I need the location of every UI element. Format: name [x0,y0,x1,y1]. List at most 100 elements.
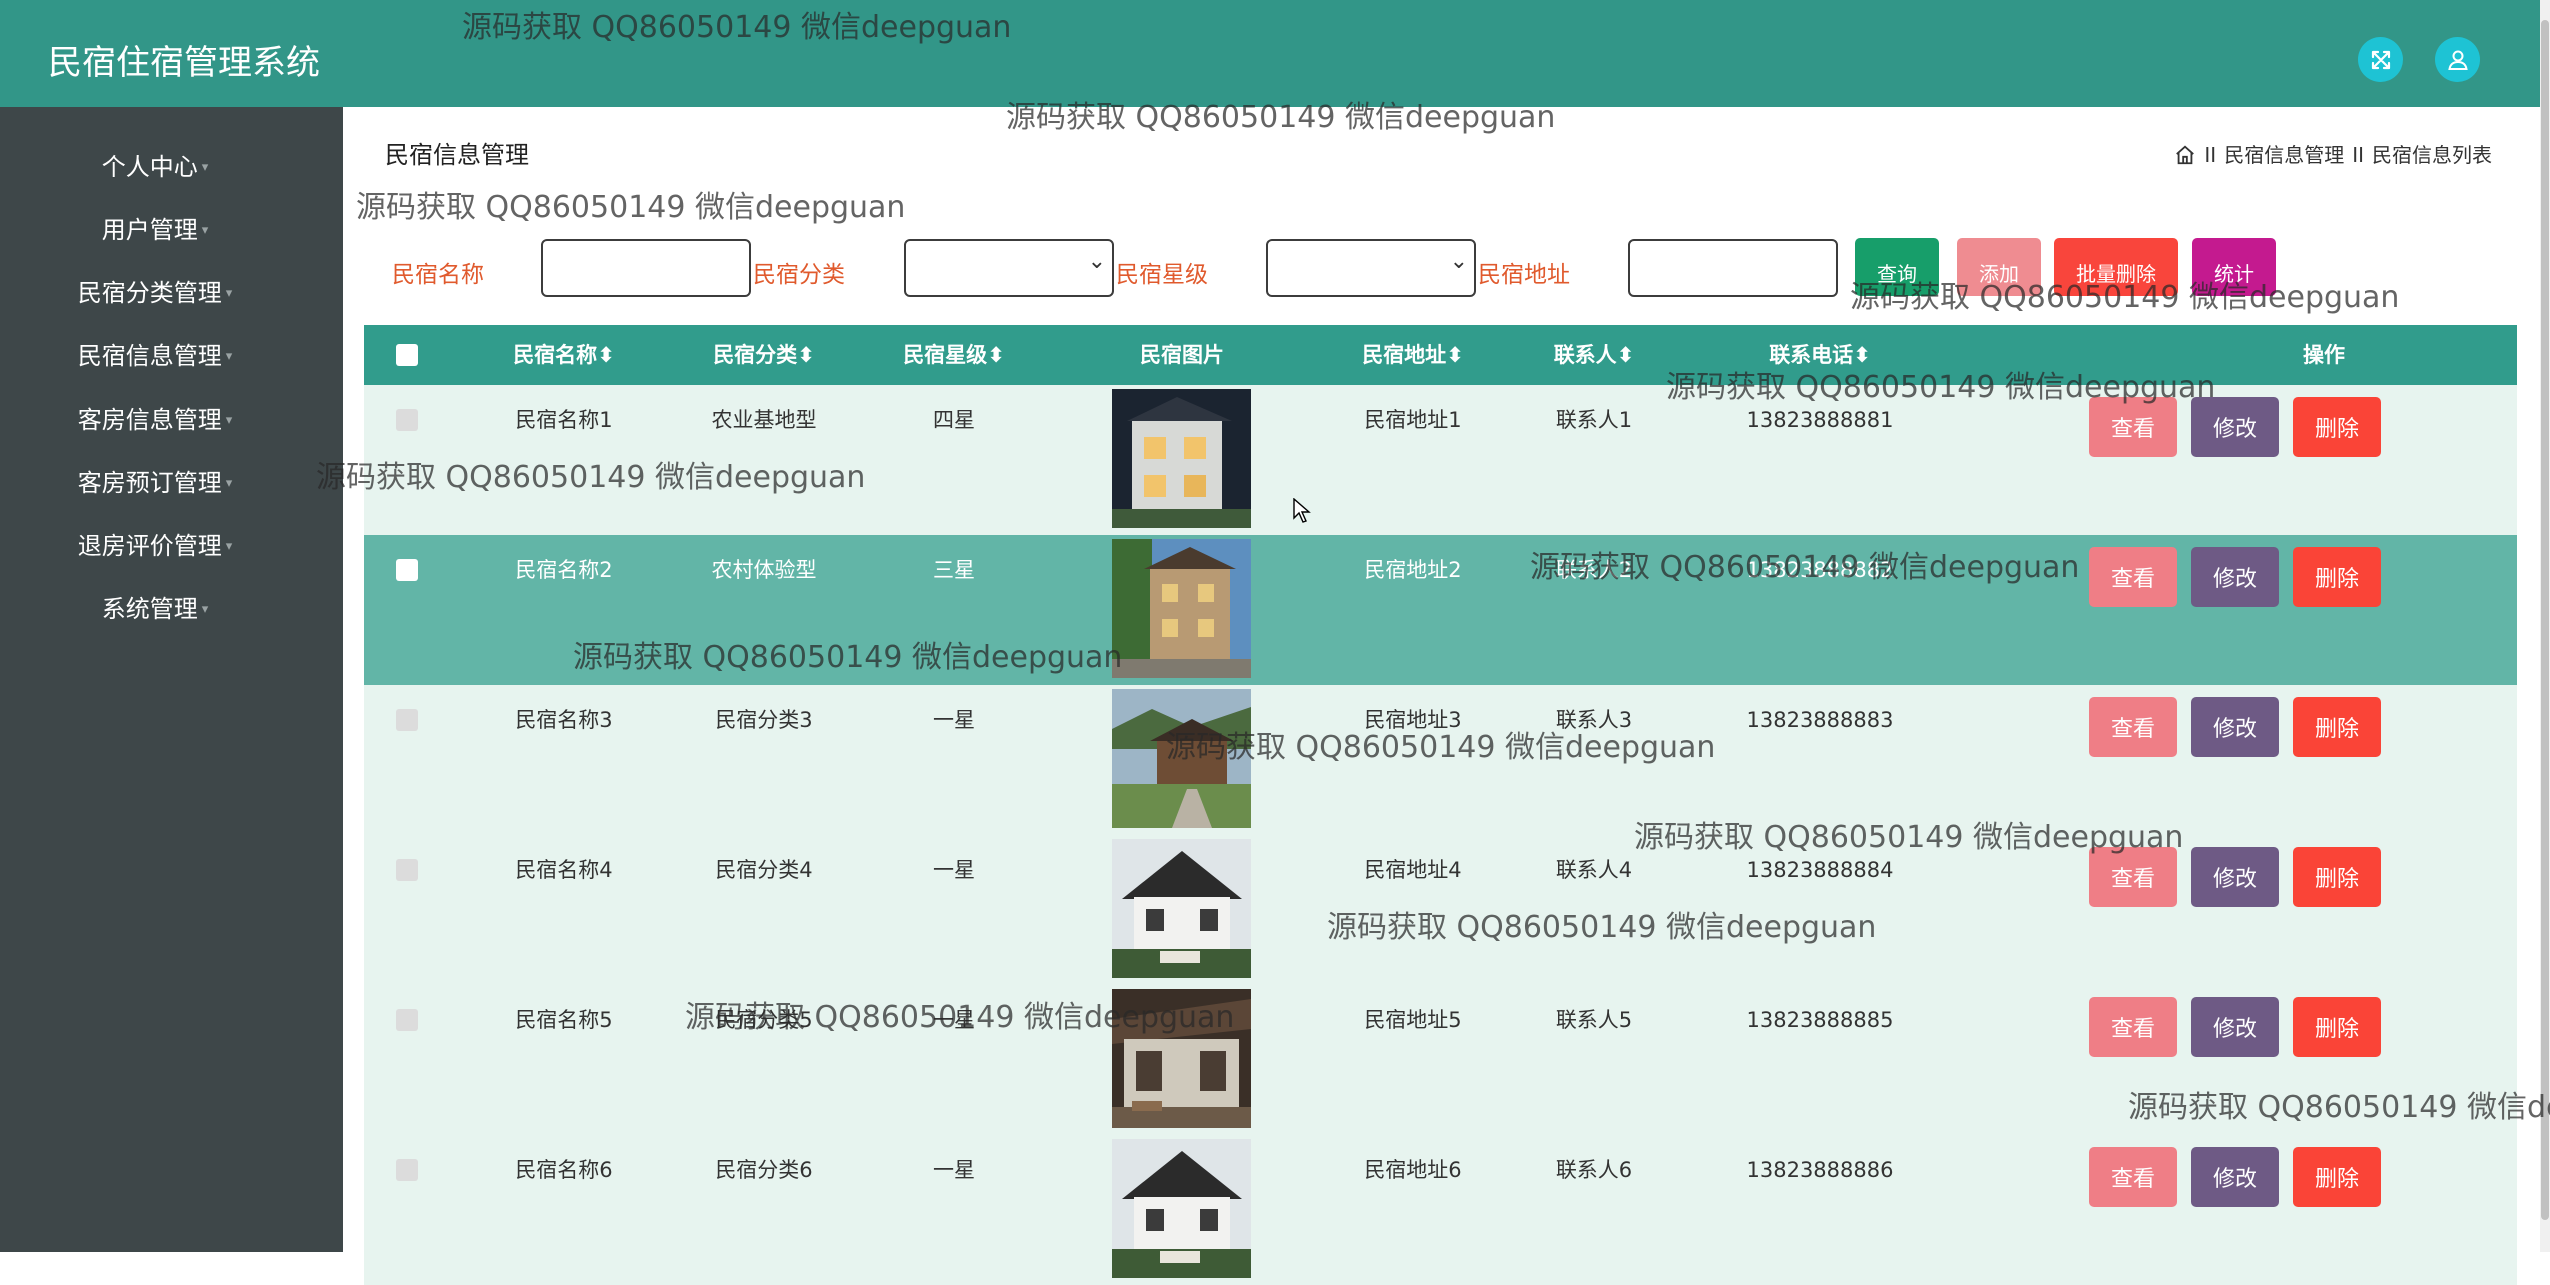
fullscreen-icon [2371,50,2390,69]
edit-button[interactable]: 修改 [2191,847,2279,907]
cell-star: 三星 [933,558,975,582]
cell-address: 民宿地址1 [1364,408,1462,432]
caret-down-icon: ▾ [201,160,209,175]
breadcrumb-item[interactable]: 民宿信息管理 [2224,137,2344,173]
cell-name: 民宿名称1 [515,408,613,432]
search-name-input[interactable] [541,239,751,297]
column-header-address[interactable]: 民宿地址⬍ [1333,325,1493,385]
search-category-select[interactable] [904,239,1114,297]
page-title: 民宿信息管理 [385,141,529,169]
caret-down-icon: ▾ [225,349,233,364]
edit-button[interactable]: 修改 [2191,397,2279,457]
row-checkbox[interactable] [396,1009,418,1031]
view-button[interactable]: 查看 [2089,997,2177,1057]
delete-button[interactable]: 删除 [2293,547,2381,607]
home-icon[interactable] [2174,144,2196,166]
edit-button[interactable]: 修改 [2191,547,2279,607]
sort-icon: ⬍ [987,343,1005,367]
sidebar: 个人中心 ▾ 用户管理 ▾ 民宿分类管理 ▾ 民宿信息管理 ▾ 客房信息管理 ▾ 客房预订… [0,107,343,1252]
sort-icon: ⬍ [797,343,815,367]
caret-down-icon: ▾ [225,539,233,554]
row-checkbox[interactable] [396,709,418,731]
edit-button[interactable]: 修改 [2191,1147,2279,1207]
cell-phone: 13823888883 [1746,708,1894,732]
row-checkbox[interactable] [396,859,418,881]
table-row[interactable]: 民宿名称6 民宿分类6 一星 民宿地址6 联系人6 13823888886 查看… [364,1135,2517,1285]
caret-down-icon: ▾ [225,286,233,301]
sidebar-item-system-management[interactable]: 系统管理 ▾ [0,589,310,630]
homestay-image [1112,989,1251,1128]
add-button[interactable]: 添加 [1957,238,2041,296]
search-star-select[interactable] [1266,239,1476,297]
stats-button[interactable]: 统计 [2192,238,2276,296]
row-checkbox[interactable] [396,1159,418,1181]
sidebar-item-label: 退房评价管理 [77,532,222,560]
cell-contact: 联系人6 [1555,1158,1633,1182]
cell-star: 一星 [933,1008,975,1032]
edit-button[interactable]: 修改 [2191,997,2279,1057]
table-row[interactable]: 民宿名称1 农业基地型 四星 民宿地址1 联系人1 13823888881 查看… [364,385,2517,535]
sort-icon: ⬍ [1853,343,1871,367]
view-button[interactable]: 查看 [2089,547,2177,607]
delete-button[interactable]: 删除 [2293,1147,2381,1207]
cell-contact: 联系人3 [1555,708,1633,732]
column-header-name[interactable]: 民宿名称⬍ [484,325,644,385]
select-all-checkbox[interactable] [396,344,418,366]
view-button[interactable]: 查看 [2089,1147,2177,1207]
column-header-category[interactable]: 民宿分类⬍ [684,325,844,385]
cell-phone: 13823888884 [1746,858,1894,882]
homestay-image [1112,689,1251,828]
edit-button[interactable]: 修改 [2191,697,2279,757]
sidebar-item-label: 个人中心 [101,153,198,181]
cell-category: 民宿分类6 [715,1158,813,1182]
breadcrumb-separator: II [2204,143,2217,167]
table-row[interactable]: 民宿名称4 民宿分类4 一星 民宿地址4 联系人4 13823888884 查看… [364,835,2517,985]
delete-button[interactable]: 删除 [2293,847,2381,907]
cell-name: 民宿名称3 [515,708,613,732]
sidebar-item-homestay-info[interactable]: 民宿信息管理 ▾ [0,336,310,377]
caret-down-icon: ▾ [225,413,233,428]
cell-category: 农村体验型 [711,558,817,582]
search-address-label: 民宿地址 [1478,262,1570,288]
delete-button[interactable]: 删除 [2293,997,2381,1057]
table-row[interactable]: 民宿名称3 民宿分类3 一星 民宿地址3 联系人3 13823888883 查看… [364,685,2517,835]
breadcrumb: II 民宿信息管理 II 民宿信息列表 [2174,137,2492,173]
cell-name: 民宿名称6 [515,1158,613,1182]
row-checkbox[interactable] [396,409,418,431]
scrollbar-thumb[interactable] [2541,20,2549,1220]
breadcrumb-separator: II [2352,143,2364,167]
user-profile-button[interactable] [2435,37,2480,82]
sidebar-item-user-management[interactable]: 用户管理 ▾ [0,210,310,251]
delete-button[interactable]: 删除 [2293,397,2381,457]
view-button[interactable]: 查看 [2089,847,2177,907]
search-address-input[interactable] [1628,239,1838,297]
sidebar-item-room-info[interactable]: 客房信息管理 ▾ [0,400,310,441]
column-header-contact[interactable]: 联系人⬍ [1514,325,1674,385]
cell-star: 四星 [933,408,975,432]
row-checkbox[interactable] [396,559,418,581]
batch-delete-button[interactable]: 批量删除 [2054,238,2178,296]
search-name-label: 民宿名称 [392,262,484,288]
fullscreen-button[interactable] [2358,37,2403,82]
sidebar-item-label: 客房信息管理 [77,406,222,434]
delete-button[interactable]: 删除 [2293,697,2381,757]
sidebar-item-room-booking[interactable]: 客房预订管理 ▾ [0,463,310,504]
column-header-phone[interactable]: 联系电话⬍ [1730,325,1910,385]
sidebar-item-category-management[interactable]: 民宿分类管理 ▾ [0,273,310,314]
sidebar-item-label: 民宿分类管理 [77,279,222,307]
sidebar-item-personal-center[interactable]: 个人中心 ▾ [0,147,310,188]
cell-contact: 联系人4 [1555,858,1633,882]
column-header-star[interactable]: 民宿星级⬍ [874,325,1034,385]
view-button[interactable]: 查看 [2089,397,2177,457]
cell-star: 一星 [933,1158,975,1182]
query-button[interactable]: 查询 [1855,238,1939,296]
view-button[interactable]: 查看 [2089,697,2177,757]
sidebar-item-label: 系统管理 [101,595,198,623]
page-scrollbar[interactable] [2540,0,2550,1252]
cell-category: 民宿分类5 [715,1008,813,1032]
sidebar-item-checkout-review[interactable]: 退房评价管理 ▾ [0,526,310,567]
table-header: 民宿名称⬍ 民宿分类⬍ 民宿星级⬍ 民宿图片 民宿地址⬍ 联系人⬍ 联系电话⬍ … [364,325,2517,385]
table-row[interactable]: 民宿名称5 民宿分类5 一星 民宿地址5 联系人5 13823888885 查看… [364,985,2517,1135]
table-row[interactable]: 民宿名称2 农村体验型 三星 民宿地址2 联系人2 13823888882 查看… [364,535,2517,685]
cell-address: 民宿地址6 [1364,1158,1462,1182]
